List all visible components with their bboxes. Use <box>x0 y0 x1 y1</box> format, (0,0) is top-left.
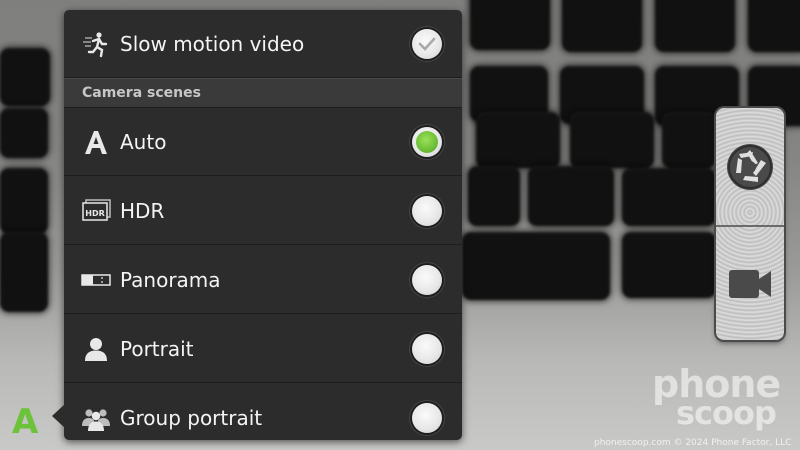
camera-scenes-title: Camera scenes <box>82 85 201 101</box>
photo-shutter-button[interactable] <box>716 108 784 225</box>
scene-item-portrait[interactable]: Portrait <box>64 315 462 383</box>
camera-scenes-header: Camera scenes <box>64 78 462 108</box>
checkmark-icon <box>418 37 436 51</box>
watermark-line2: scoop <box>676 394 777 432</box>
scene-label-portrait: Portrait <box>120 336 194 361</box>
scene-label-hdr: HDR <box>120 198 165 223</box>
scene-item-auto[interactable]: Auto <box>64 108 462 176</box>
scene-label-auto: Auto <box>120 129 167 154</box>
scene-radio-panorama[interactable] <box>412 264 442 295</box>
aperture-icon <box>727 143 773 190</box>
portrait-icon <box>80 333 112 365</box>
scene-item-hdr[interactable]: HDR HDR <box>64 177 462 245</box>
capture-control-panel <box>716 108 784 340</box>
slow-motion-video-label: Slow motion video <box>120 31 305 56</box>
svg-text:HDR: HDR <box>85 209 105 218</box>
video-camera-icon <box>729 269 771 298</box>
watermark-footer: phonescoop.com © 2024 Phone Factor, LLC <box>594 438 792 448</box>
slow-motion-checkbox[interactable] <box>412 28 442 59</box>
scene-radio-hdr[interactable] <box>412 195 442 226</box>
camera-settings-menu: Slow motion video Camera scenes Auto HDR <box>64 10 462 440</box>
scene-label-group-portrait: Group portrait <box>120 406 263 430</box>
slow-motion-video-item[interactable]: Slow motion video <box>64 10 462 78</box>
menu-pointer <box>52 404 65 428</box>
group-portrait-icon <box>80 402 112 434</box>
video-record-button[interactable] <box>716 227 784 340</box>
panorama-icon <box>80 264 112 296</box>
scene-radio-group-portrait[interactable] <box>412 403 442 433</box>
slow-motion-runner-icon <box>80 28 112 60</box>
scene-radio-portrait[interactable] <box>412 333 442 364</box>
auto-a-icon <box>80 126 112 158</box>
hdr-icon: HDR <box>80 195 112 227</box>
scene-label-panorama: Panorama <box>120 267 221 292</box>
scene-radio-auto[interactable] <box>412 126 442 157</box>
scene-item-panorama[interactable]: Panorama <box>64 246 462 314</box>
scene-mode-button[interactable]: A <box>12 402 38 442</box>
scene-item-group-portrait[interactable]: Group portrait <box>64 384 462 440</box>
